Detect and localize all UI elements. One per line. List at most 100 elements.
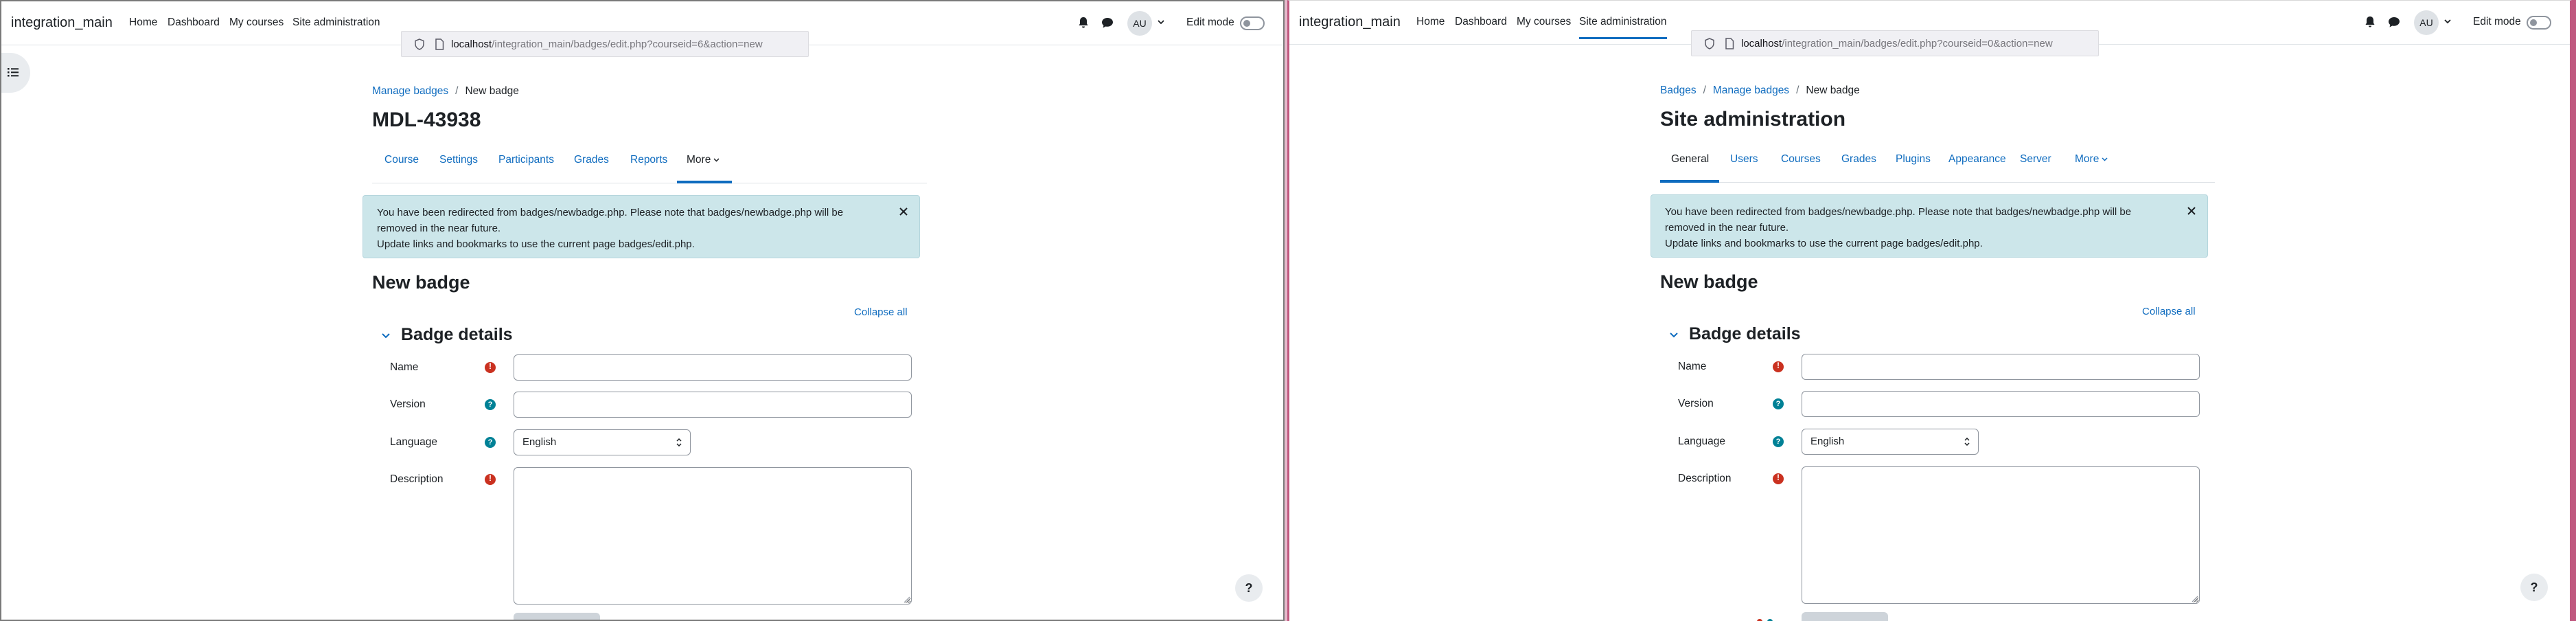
description-textarea[interactable]: [1802, 466, 2200, 604]
help-icon[interactable]: [1773, 436, 1784, 447]
collapse-all-link[interactable]: Collapse all: [2142, 306, 2196, 317]
collapse-all-link[interactable]: Collapse all: [854, 306, 908, 318]
version-label: Version: [1678, 398, 1714, 409]
chevron-down-icon[interactable]: [1668, 330, 1679, 341]
nav-home[interactable]: Home: [1416, 16, 1445, 28]
chat-icon[interactable]: [2388, 16, 2400, 28]
partial-icons: [1757, 619, 1773, 621]
nav-site-administration[interactable]: Site administration: [292, 16, 380, 29]
name-input[interactable]: [514, 354, 912, 381]
bell-icon[interactable]: [1078, 16, 1089, 29]
version-input[interactable]: [1802, 391, 2200, 417]
resize-grip-icon[interactable]: [2192, 596, 2198, 602]
help-icon[interactable]: [1773, 398, 1784, 409]
url-text: localhost/integration_main/badges/edit.p…: [1741, 38, 2053, 49]
page-icon: [1725, 38, 1734, 49]
tab-participants[interactable]: Participants: [498, 154, 554, 177]
avatar[interactable]: AU: [1127, 11, 1152, 36]
language-select-value: English: [522, 436, 557, 448]
tab-more[interactable]: More: [687, 154, 720, 177]
description-label: Description: [390, 473, 444, 485]
page-title: MDL-43938: [372, 109, 481, 131]
redirect-alert: You have been redirected from badges/new…: [1651, 194, 2208, 258]
partial-button[interactable]: [514, 613, 600, 620]
required-icon[interactable]: [485, 361, 496, 373]
list-icon: [8, 68, 19, 77]
version-label: Version: [390, 398, 426, 410]
alert-line-1: You have been redirected from badges/new…: [1665, 206, 2132, 218]
bell-icon[interactable]: [2365, 16, 2376, 28]
help-fab[interactable]: ?: [2520, 574, 2548, 601]
version-input[interactable]: [514, 392, 912, 418]
form-title: New badge: [1660, 271, 1758, 292]
chat-icon[interactable]: [1101, 16, 1114, 29]
language-label: Language: [1678, 436, 1725, 447]
tab-server[interactable]: Server: [2020, 153, 2051, 177]
nav-home[interactable]: Home: [129, 16, 157, 29]
avatar[interactable]: AU: [2414, 10, 2439, 35]
tab-appearance[interactable]: Appearance: [1948, 153, 2006, 177]
resize-grip-icon[interactable]: [904, 596, 910, 603]
tab-more-label: More: [2075, 153, 2100, 165]
tab-general[interactable]: General: [1671, 153, 1709, 177]
site-brand[interactable]: integration_main: [1299, 14, 1401, 30]
edit-mode-toggle[interactable]: [1240, 16, 1265, 30]
tab-grades[interactable]: Grades: [574, 154, 609, 177]
right-browser-window: integration_main Home Dashboard My cours…: [1287, 0, 2572, 621]
tab-grades[interactable]: Grades: [1841, 153, 1876, 177]
breadcrumb-manage-badges[interactable]: Manage badges: [1713, 84, 1789, 96]
tab-settings[interactable]: Settings: [439, 154, 478, 177]
chevron-down-icon[interactable]: [380, 330, 391, 341]
partial-button[interactable]: [1802, 612, 1888, 621]
help-fab[interactable]: ?: [1235, 574, 1263, 602]
breadcrumb-manage-badges[interactable]: Manage badges: [372, 85, 448, 97]
url-host: localhost: [451, 38, 492, 50]
chevron-down-icon: [2102, 157, 2108, 161]
tab-reports[interactable]: Reports: [630, 154, 667, 177]
url-text: localhost/integration_main/badges/edit.p…: [451, 38, 763, 50]
tab-courses[interactable]: Courses: [1781, 153, 1821, 177]
close-icon[interactable]: [899, 207, 908, 216]
url-bar[interactable]: localhost/integration_main/badges/edit.p…: [401, 31, 809, 57]
breadcrumb-badges[interactable]: Badges: [1660, 84, 1697, 96]
required-icon[interactable]: [1773, 361, 1784, 372]
description-textarea[interactable]: [514, 467, 912, 605]
shield-icon: [1705, 38, 1714, 49]
required-icon[interactable]: [485, 473, 496, 485]
course-index-drawer-toggle[interactable]: [1, 53, 30, 93]
close-icon[interactable]: [2187, 206, 2196, 216]
alert-line-3: Update links and bookmarks to use the cu…: [1665, 238, 1983, 249]
nav-dashboard[interactable]: Dashboard: [168, 16, 220, 29]
breadcrumb: Badges / Manage badges / New badge: [1660, 84, 1860, 97]
section-title-badge-details[interactable]: Badge details: [1689, 324, 1801, 344]
window-edge: [2572, 0, 2576, 621]
nav-my-courses[interactable]: My courses: [1517, 16, 1571, 28]
tab-users[interactable]: Users: [1730, 153, 1758, 177]
site-brand[interactable]: integration_main: [11, 15, 113, 31]
name-input[interactable]: [1802, 354, 2200, 380]
chevron-down-icon[interactable]: [2444, 19, 2451, 24]
section-title-badge-details[interactable]: Badge details: [401, 325, 513, 345]
edit-mode-label: Edit mode: [1186, 16, 1234, 28]
nav-site-administration[interactable]: Site administration: [1579, 16, 1667, 39]
edit-mode-toggle[interactable]: [2527, 16, 2551, 30]
url-path: /integration_main/badges/edit.php?course…: [1782, 38, 2053, 49]
language-select[interactable]: English: [514, 429, 691, 455]
breadcrumb-current: New badge: [1806, 84, 1860, 96]
chevron-down-icon[interactable]: [1158, 19, 1164, 25]
tab-course[interactable]: Course: [384, 154, 419, 177]
required-icon[interactable]: [1773, 473, 1784, 484]
chevron-down-icon: [713, 158, 720, 162]
language-select[interactable]: English: [1802, 429, 1979, 455]
active-tab-indicator: [1660, 180, 1719, 183]
tab-plugins[interactable]: Plugins: [1896, 153, 1931, 177]
name-label: Name: [390, 361, 419, 373]
nav-my-courses[interactable]: My courses: [229, 16, 284, 29]
help-icon[interactable]: [485, 399, 496, 410]
nav-dashboard[interactable]: Dashboard: [1455, 16, 1507, 28]
redirect-alert: You have been redirected from badges/new…: [363, 195, 920, 258]
url-bar[interactable]: localhost/integration_main/badges/edit.p…: [1691, 30, 2099, 56]
partial-icons: [468, 617, 489, 621]
tab-more[interactable]: More: [2075, 153, 2108, 177]
help-icon[interactable]: [485, 437, 496, 448]
